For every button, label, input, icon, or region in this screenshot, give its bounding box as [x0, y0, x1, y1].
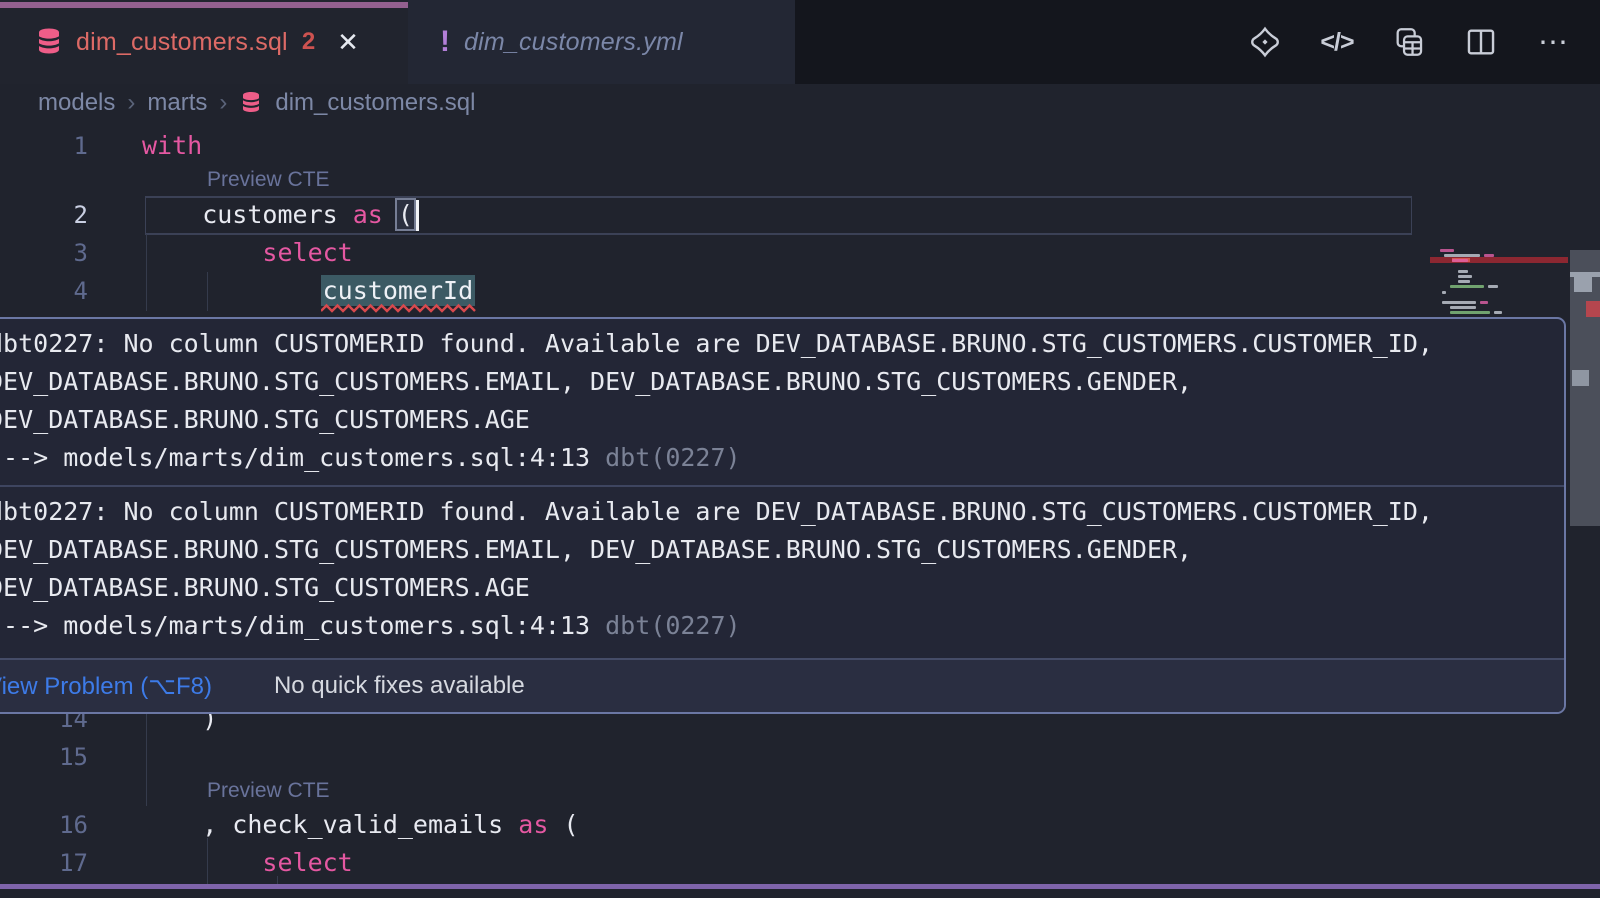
error-message-block: dbt0227: No column CUSTOMERID found. Ava… — [0, 487, 1564, 653]
no-quick-fixes-label: No quick fixes available — [274, 672, 525, 700]
code-token — [142, 238, 262, 267]
editor-actions: </> ⋯ — [1246, 0, 1572, 84]
tab-bar: dim_customers.sql 2 ✕ ! dim_customers.ym… — [0, 0, 1600, 84]
breadcrumb-models[interactable]: models — [38, 89, 115, 117]
error-message-line: dbt0227: No column CUSTOMERID found. Ava… — [0, 325, 1564, 363]
error-location-line: --> models/marts/dim_customers.sql:4:13 … — [0, 439, 1564, 477]
line-number: 3 — [0, 234, 88, 272]
active-tab-accent — [0, 2, 408, 8]
tab-problem-count: 2 — [302, 28, 315, 56]
error-message-line: DEV_DATABASE.BRUNO.STG_CUSTOMERS.EMAIL, … — [0, 531, 1564, 569]
tab-title: dim_customers.sql — [76, 28, 288, 57]
minimap-code-bar — [1484, 254, 1494, 257]
minimap-code-bar — [1442, 301, 1476, 304]
minimap-code-bar — [1458, 270, 1468, 273]
line-number: 17 — [0, 844, 88, 882]
error-message-line: DEV_DATABASE.BRUNO.STG_CUSTOMERS.AGE — [0, 401, 1564, 439]
code-token: , check_valid_emails — [142, 810, 518, 839]
line-number: 1 — [0, 127, 88, 165]
minimap-code-bar — [1450, 306, 1476, 309]
split-editor-icon[interactable] — [1462, 23, 1500, 61]
error-exclamation-icon: ! — [440, 25, 450, 59]
error-squiggle — [321, 303, 477, 313]
error-token-customerid: customerId — [321, 275, 476, 306]
error-source-code: dbt(0227) — [605, 611, 740, 640]
line-number: 15 — [0, 738, 88, 776]
minimap-code-bar — [1450, 285, 1484, 288]
minimap-code-bar — [1442, 291, 1446, 294]
error-source-code: dbt(0227) — [605, 443, 740, 472]
code-token: customers — [142, 200, 353, 229]
code-token: as — [353, 200, 383, 229]
code-token: as — [518, 810, 548, 839]
indent-guide — [207, 272, 208, 311]
code-token — [142, 848, 262, 877]
dbt-logo-icon[interactable] — [1246, 23, 1284, 61]
minimap-code-bar — [1458, 275, 1472, 278]
minimap-code-bar — [1452, 259, 1468, 262]
panel-border — [0, 884, 1600, 889]
chevron-right-icon: › — [219, 89, 227, 117]
text-cursor — [416, 200, 419, 231]
code-token: select — [262, 848, 352, 877]
scrollbar-decoration — [1574, 277, 1592, 292]
code-line-2[interactable]: customers as ( — [142, 196, 413, 234]
minimap-code-bar — [1480, 301, 1488, 304]
tab-dim-customers-sql[interactable]: dim_customers.sql 2 ✕ — [0, 0, 408, 84]
code-token: select — [262, 238, 352, 267]
error-location-line: --> models/marts/dim_customers.sql:4:13 … — [0, 607, 1564, 645]
line-number: 2 — [0, 196, 88, 234]
indent-guide — [146, 700, 147, 806]
code-line-1[interactable]: with — [142, 127, 202, 165]
code-token: with — [142, 131, 202, 160]
code-line-17[interactable]: select — [142, 844, 353, 882]
line-number: 4 — [0, 272, 88, 310]
tab-dim-customers-yml[interactable]: ! dim_customers.yml — [408, 0, 795, 84]
breadcrumb-file[interactable]: dim_customers.sql — [275, 89, 475, 117]
minimap-code-bar — [1440, 249, 1454, 252]
breadcrumb: models › marts › dim_customers.sql — [38, 84, 475, 122]
minimap-code-bar — [1458, 280, 1470, 283]
hover-status-bar: View Problem (⌥F8) No quick fixes availa… — [0, 658, 1564, 712]
minimap-code-bar — [1488, 285, 1498, 288]
minimap-error-line — [1430, 257, 1568, 263]
chevron-right-icon: › — [127, 89, 135, 117]
tab-title: dim_customers.yml — [464, 28, 683, 57]
scrollbar-error-marker — [1586, 301, 1600, 317]
code-token — [142, 276, 323, 305]
code-line-3[interactable]: select — [142, 234, 353, 272]
indent-guide — [207, 838, 208, 884]
query-results-icon[interactable] — [1390, 23, 1428, 61]
minimap-code-bar — [1450, 311, 1490, 314]
error-message-line: dbt0227: No column CUSTOMERID found. Ava… — [0, 493, 1564, 531]
database-file-icon — [34, 26, 64, 58]
database-file-icon — [239, 90, 263, 116]
breadcrumb-marts[interactable]: marts — [147, 89, 207, 117]
codelens-preview-cte[interactable]: Preview CTE — [207, 165, 330, 195]
error-message-line: DEV_DATABASE.BRUNO.STG_CUSTOMERS.EMAIL, … — [0, 363, 1564, 401]
code-token: ( — [548, 810, 578, 839]
line-number: 16 — [0, 806, 88, 844]
scrollbar-decoration — [1572, 370, 1589, 386]
view-problem-link[interactable]: View Problem (⌥F8) — [0, 672, 212, 701]
indent-guide — [146, 234, 147, 311]
error-message-block: dbt0227: No column CUSTOMERID found. Ava… — [0, 319, 1564, 485]
indent-guide — [277, 876, 278, 884]
minimap-code-bar — [1444, 254, 1480, 257]
code-token: ( — [395, 198, 416, 231]
minimap-code-bar — [1494, 311, 1502, 314]
codelens-preview-cte[interactable]: Preview CTE — [207, 776, 330, 806]
more-actions-icon[interactable]: ⋯ — [1534, 23, 1572, 61]
error-message-line: DEV_DATABASE.BRUNO.STG_CUSTOMERS.AGE — [0, 569, 1564, 607]
close-tab-icon[interactable]: ✕ — [337, 27, 359, 58]
error-hover-popup: dbt0227: No column CUSTOMERID found. Ava… — [0, 317, 1566, 714]
compiled-code-icon[interactable]: </> — [1318, 23, 1356, 61]
